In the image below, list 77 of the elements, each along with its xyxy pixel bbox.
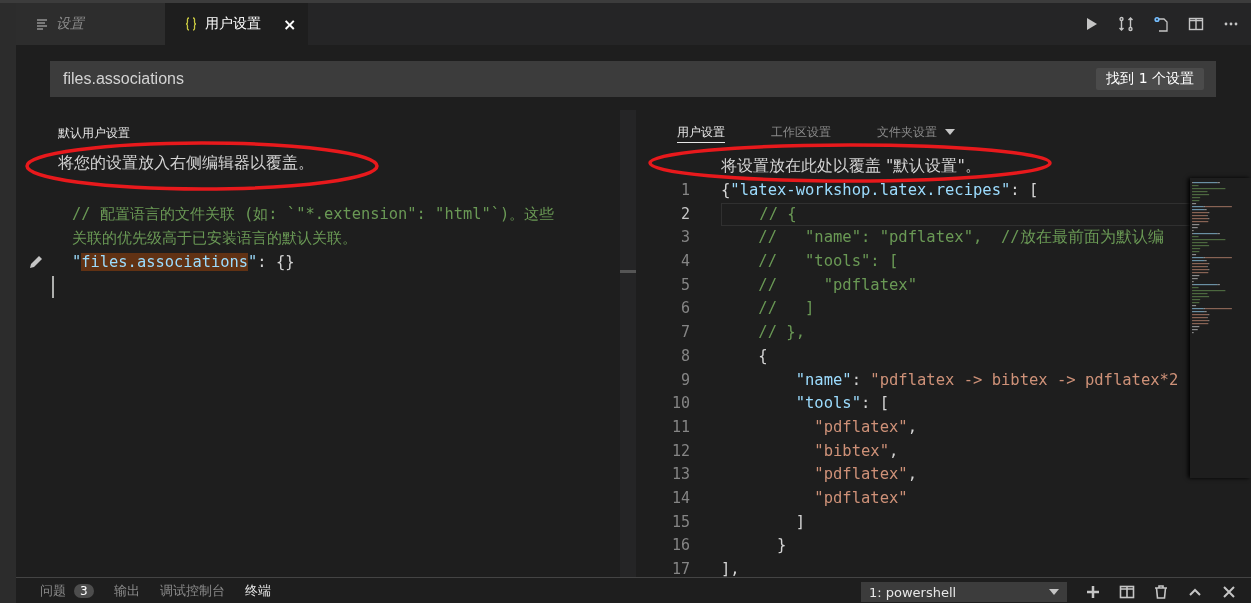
minimap[interactable] — [1190, 178, 1251, 478]
code-punctuation: , — [889, 441, 899, 460]
line-number: 7 — [679, 322, 691, 344]
code-punctuation: ], — [721, 560, 740, 578]
line-number: 16 — [670, 535, 691, 557]
terminal-dropdown[interactable]: 1: powershell — [861, 582, 1067, 602]
code-comment: // }, — [757, 323, 805, 342]
code-comment: // 配置语言的文件关联 (如: `"*.extension": "html"`)。这些 — [72, 205, 555, 223]
code-comment: // "name": "pdflatex", //放在最前面为默认编 — [757, 228, 1164, 247]
trash-icon[interactable] — [1153, 584, 1169, 600]
code-punctuation: } — [776, 536, 787, 555]
line-number: 13 — [670, 464, 691, 486]
code-string: "pdflatex" — [813, 417, 908, 436]
line-number: 8 — [679, 345, 691, 367]
split-editor-icon[interactable] — [1188, 16, 1204, 32]
caret-icon — [1049, 589, 1059, 595]
code-punctuation: { — [721, 181, 731, 199]
line-number: 3 — [679, 227, 691, 249]
code-string: "pdflatex" — [813, 488, 908, 507]
line-number: 4 — [679, 251, 691, 273]
editor-tab[interactable]: 用户设置 × — [165, 3, 309, 45]
code-key: " — [248, 253, 258, 271]
panel-tab[interactable]: 终端 — [244, 582, 271, 600]
code-punctuation: : [ — [1010, 181, 1039, 199]
line-number: 9 — [679, 369, 691, 391]
search-value: files.associations — [63, 70, 184, 88]
close-icon[interactable] — [1221, 584, 1237, 600]
panel-tab[interactable]: 调试控制台 — [159, 582, 225, 600]
result-count-badge: 找到 1 个设置 — [1096, 68, 1204, 90]
search-match: files.associations — [81, 253, 249, 271]
list-icon — [36, 17, 48, 31]
settings-tab[interactable]: 用户设置 — [677, 122, 725, 143]
compare-icon[interactable] — [1118, 16, 1134, 32]
braces-icon — [185, 17, 197, 31]
line-number: 17 — [670, 559, 691, 580]
banner-text: 将您的设置放入右侧编辑器以覆盖。 — [58, 153, 314, 174]
code-comment: // { — [758, 204, 797, 223]
code-key: " — [72, 253, 82, 271]
settings-tab[interactable]: 工作区设置 — [771, 122, 831, 142]
code-punctuation: : [ — [861, 394, 889, 413]
edit-icon[interactable] — [28, 254, 44, 270]
count-badge: 3 — [74, 584, 94, 598]
line-number: 15 — [670, 511, 691, 533]
code-key: "name" — [721, 370, 852, 389]
line-number: 12 — [670, 440, 691, 462]
line-number: 11 — [670, 416, 691, 438]
code-string: "bibtex" — [813, 441, 889, 460]
split-terminal-icon[interactable] — [1119, 584, 1135, 600]
banner-text: 将设置放在此处以覆盖 "默认设置"。 — [721, 156, 981, 177]
code-key: "tools" — [721, 394, 861, 413]
code-comment: // "pdflatex" — [757, 275, 917, 294]
code-comment: // ] — [757, 299, 815, 318]
line-number: 14 — [670, 487, 691, 509]
line-number: 6 — [679, 298, 691, 320]
code-key: "latex-workshop.latex.recipes" — [730, 181, 1011, 199]
panel-tab[interactable]: 问题 3 — [40, 582, 94, 600]
close-tab-button[interactable]: × — [283, 14, 297, 34]
line-number: 2 — [679, 203, 691, 225]
code-punctuation: , — [907, 417, 917, 436]
code-string: "pdflatex" — [813, 465, 908, 484]
code-string: "pdflatex -> bibtex -> pdflatex*2 — [870, 370, 1179, 389]
code-punctuation: { — [757, 346, 768, 365]
code-punctuation: ] — [794, 512, 805, 531]
editor-tab[interactable]: 设置 — [16, 3, 165, 45]
line-number: 10 — [670, 393, 691, 415]
code-punctuation: : {} — [257, 253, 295, 271]
code-comment: // "tools": [ — [757, 252, 899, 271]
code-punctuation: : — [851, 370, 862, 389]
pane-header: 默认用户设置 — [58, 125, 130, 142]
settings-tab[interactable]: 文件夹设置 — [877, 122, 955, 142]
code-punctuation: , — [907, 465, 917, 484]
line-number: 1 — [679, 180, 691, 201]
panel-tab[interactable]: 输出 — [113, 582, 140, 600]
search-field[interactable]: files.associations 找到 1 个设置 — [50, 61, 1216, 97]
line-number: 5 — [679, 274, 691, 296]
code-comment: 关联的优先级高于已安装语言的默认关联。 — [72, 229, 357, 247]
plus-icon[interactable] — [1085, 584, 1101, 600]
